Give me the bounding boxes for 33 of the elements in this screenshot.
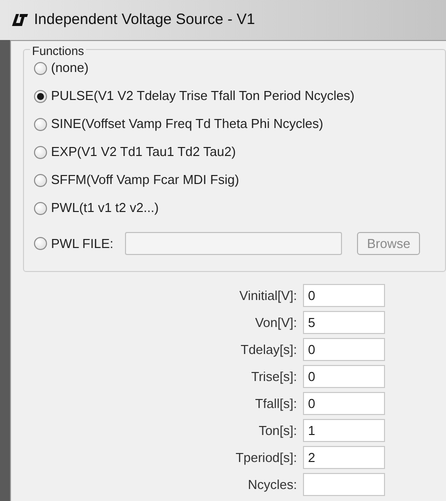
parameter-label: Ncycles: <box>246 476 298 494</box>
file-path-field[interactable] <box>125 232 342 255</box>
parameter-label: Vinitial[V]: <box>238 286 298 305</box>
option-label[interactable]: EXP(V1 V2 Td1 Tau1 Td2 Tau2) <box>51 142 236 162</box>
option-label[interactable]: PULSE(V1 V2 Tdelay Trise Tfall Ton Period Ncycles) <box>51 86 354 106</box>
radio-button[interactable] <box>34 237 47 250</box>
option-label[interactable]: PWL FILE: <box>51 234 121 254</box>
radio-button[interactable] <box>34 90 47 102</box>
parameter-label: Trise[s]: <box>250 368 298 386</box>
parameter-label: Ton[s]: <box>258 422 298 440</box>
parameter-field[interactable]: 0 <box>303 392 385 415</box>
window-title: Independent Voltage Source - V1 <box>34 10 256 30</box>
parameter-field[interactable]: 1 <box>303 419 385 442</box>
radio-button[interactable] <box>34 62 47 74</box>
option-label[interactable]: PWL(t1 v1 t2 v2...) <box>51 198 159 218</box>
radio-button[interactable] <box>34 146 47 158</box>
parameter-field[interactable]: 0 <box>303 338 385 361</box>
parameter-label: Tperiod[s]: <box>234 448 298 467</box>
parameter-field[interactable]: 0 <box>303 365 385 388</box>
parameter-label: Von[V]: <box>254 314 298 332</box>
option-label[interactable]: (none) <box>51 58 89 78</box>
parameter-field[interactable]: 5 <box>303 311 385 334</box>
logo-icon <box>12 14 28 26</box>
parameter-label: Tfall[s]: <box>254 394 298 413</box>
parameter-label: Tdelay[s]: <box>240 340 298 359</box>
radio-button[interactable] <box>34 118 47 130</box>
option-label[interactable]: SINE(Voffset Vamp Freq Td Theta Phi Ncycles) <box>51 114 324 134</box>
parameter-field[interactable]: 2 <box>303 446 385 469</box>
radio-button[interactable] <box>34 174 47 186</box>
parameter-field[interactable]: 0 <box>303 284 385 307</box>
radio-button[interactable] <box>34 202 47 214</box>
option-label[interactable]: SFFM(Voff Vamp Fcar MDI Fsig) <box>51 170 240 190</box>
parameter-field[interactable] <box>303 473 385 496</box>
